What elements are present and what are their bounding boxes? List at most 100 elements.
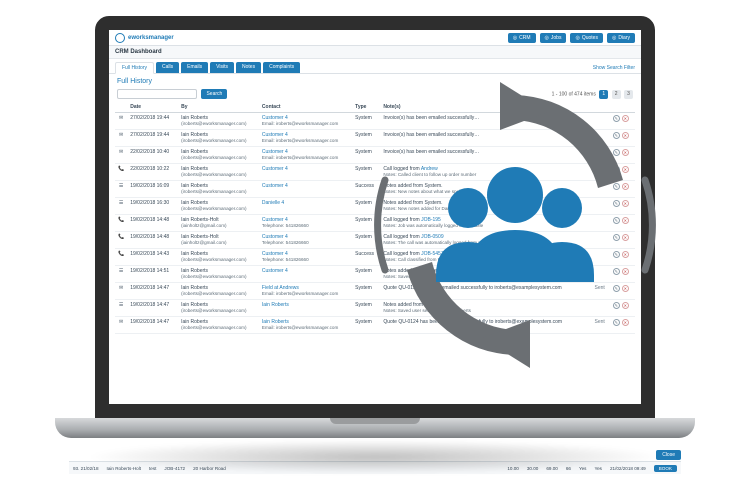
row-delete-icon[interactable]: ✕ — [622, 302, 629, 309]
nav-crm[interactable]: ◎CRM — [508, 33, 536, 43]
row-edit-icon[interactable]: ✎ — [613, 200, 620, 207]
call-icon: 📞 — [115, 248, 127, 265]
cell-type: System — [352, 113, 380, 130]
row-delete-icon[interactable]: ✕ — [622, 217, 629, 224]
table-row[interactable]: ☰19/02/2018 16:09Iain Roberts(iroberts@e… — [115, 180, 635, 197]
tab-full-history[interactable]: Full History — [115, 62, 154, 74]
tab-emails[interactable]: Emails — [181, 62, 208, 73]
table-row[interactable]: 📞22/02/2018 10:22Iain Roberts(iroberts@e… — [115, 163, 635, 180]
cell-actions: ✎✕ — [608, 316, 635, 333]
cell-note: Notes added from System.Notes: New notes… — [380, 180, 589, 197]
cell-date: 22/02/2018 10:22 — [127, 163, 178, 180]
table-row[interactable]: ☰19/02/2018 16:30Iain Roberts(iroberts@e… — [115, 197, 635, 214]
pager-page-1[interactable]: 1 — [599, 90, 608, 99]
row-edit-icon[interactable]: ✎ — [613, 285, 620, 292]
row-delete-icon[interactable]: ✕ — [622, 319, 629, 326]
call-icon: 📞 — [115, 231, 127, 248]
row-edit-icon[interactable]: ✎ — [613, 217, 620, 224]
laptop-screen: eworksmanager ◎CRM ◎Jobs ◎Quotes ◎Diary … — [95, 16, 655, 418]
table-row[interactable]: ☰19/02/2018 14:47Iain Roberts(iroberts@e… — [115, 299, 635, 316]
cell-actions: ✎✕ — [608, 129, 635, 146]
table-row[interactable]: 📞19/02/2018 14:48Iain Roberts-Holt(iainh… — [115, 214, 635, 231]
table-row[interactable]: ✉19/02/2018 14:47Iain Roberts(iroberts@e… — [115, 316, 635, 333]
row-edit-icon[interactable]: ✎ — [613, 115, 620, 122]
row-edit-icon[interactable]: ✎ — [613, 132, 620, 139]
row-edit-icon[interactable]: ✎ — [613, 166, 620, 173]
search-input[interactable] — [117, 89, 197, 99]
tab-visits[interactable]: Visits — [210, 62, 234, 73]
row-edit-icon[interactable]: ✎ — [613, 183, 620, 190]
note-icon: ☰ — [115, 197, 127, 214]
show-search-filter-link[interactable]: Show Search Filter — [593, 65, 635, 71]
laptop-frame: eworksmanager ◎CRM ◎Jobs ◎Quotes ◎Diary … — [55, 16, 695, 474]
row-delete-icon[interactable]: ✕ — [622, 200, 629, 207]
col-type[interactable]: Type — [352, 102, 380, 113]
nav-quotes[interactable]: ◎Quotes — [570, 33, 603, 43]
table-row[interactable]: 📞19/02/2018 14:43Iain Roberts(iroberts@e… — [115, 248, 635, 265]
cell-status — [589, 231, 607, 248]
search-button[interactable]: Search — [201, 89, 227, 99]
table-row[interactable]: 📞19/02/2018 14:48Iain Roberts-Holt(iainh… — [115, 231, 635, 248]
table-row[interactable]: ✉19/02/2018 14:47Iain Roberts(iroberts@e… — [115, 282, 635, 299]
search-bar: Search 1 - 100 of 474 items 1 2 3 — [109, 87, 641, 102]
cell-by: Iain Roberts-Holt(iainholtz@gmail.com) — [178, 214, 259, 231]
cell-date: 19/02/2018 14:48 — [127, 231, 178, 248]
nav-jobs[interactable]: ◎Jobs — [540, 33, 567, 43]
cell-date: 19/02/2018 14:47 — [127, 299, 178, 316]
tab-notes[interactable]: Notes — [236, 62, 261, 73]
cell-status — [589, 113, 607, 130]
row-delete-icon[interactable]: ✕ — [622, 234, 629, 241]
cell-contact: Customer 4Telephone: 541826660 — [259, 248, 352, 265]
row-edit-icon[interactable]: ✎ — [613, 251, 620, 258]
cell-type: System — [352, 197, 380, 214]
cell-date: 19/02/2018 14:51 — [127, 265, 178, 282]
cell-contact: Customer 4Email: iroberts@eworksmanager.… — [259, 113, 352, 130]
row-edit-icon[interactable]: ✎ — [613, 302, 620, 309]
tab-complaints[interactable]: Complaints — [263, 62, 300, 73]
row-delete-icon[interactable]: ✕ — [622, 166, 629, 173]
col-contact[interactable]: Contact — [259, 102, 352, 113]
brand-logo: eworksmanager — [115, 33, 174, 43]
table-row[interactable]: ✉27/02/2018 19:44Iain Roberts(iroberts@e… — [115, 113, 635, 130]
col-date[interactable]: Date — [127, 102, 178, 113]
cell-status — [589, 214, 607, 231]
table-row[interactable]: ✉27/02/2018 19:44Iain Roberts(iroberts@e… — [115, 129, 635, 146]
cell-type: Success — [352, 180, 380, 197]
row-delete-icon[interactable]: ✕ — [622, 251, 629, 258]
cell-status — [589, 299, 607, 316]
col-notes[interactable]: Note(s) — [380, 102, 589, 113]
cell-type: Success — [352, 248, 380, 265]
cell-contact: Iain RobertsEmail: iroberts@eworksmanage… — [259, 316, 352, 333]
logo-icon — [115, 33, 125, 43]
nav-diary[interactable]: ◎Diary — [607, 33, 635, 43]
table-row[interactable]: ☰19/02/2018 14:51Iain Roberts(iroberts@e… — [115, 265, 635, 282]
row-delete-icon[interactable]: ✕ — [622, 268, 629, 275]
cell-date: 19/02/2018 14:43 — [127, 248, 178, 265]
table-row[interactable]: ✉22/02/2018 10:40Iain Roberts(iroberts@e… — [115, 146, 635, 163]
cell-date: 27/02/2018 19:44 — [127, 129, 178, 146]
row-delete-icon[interactable]: ✕ — [622, 285, 629, 292]
cell-by: Iain Roberts(iroberts@eworksmanager.com) — [178, 299, 259, 316]
cell-type: System — [352, 265, 380, 282]
pager-page-3[interactable]: 3 — [624, 90, 633, 99]
row-edit-icon[interactable]: ✎ — [613, 319, 620, 326]
app-topbar: eworksmanager ◎CRM ◎Jobs ◎Quotes ◎Diary — [109, 30, 641, 46]
laptop-notch — [330, 418, 420, 424]
cell-status: Sent — [589, 316, 607, 333]
cell-actions: ✎✕ — [608, 163, 635, 180]
row-edit-icon[interactable]: ✎ — [613, 149, 620, 156]
cell-note: Call logged from JOB-0509Notes: The call… — [380, 231, 589, 248]
cell-by: Iain Roberts(iroberts@eworksmanager.com) — [178, 146, 259, 163]
row-delete-icon[interactable]: ✕ — [622, 149, 629, 156]
row-edit-icon[interactable]: ✎ — [613, 234, 620, 241]
cell-contact: Danielle 4 — [259, 197, 352, 214]
col-by[interactable]: By — [178, 102, 259, 113]
row-delete-icon[interactable]: ✕ — [622, 132, 629, 139]
row-delete-icon[interactable]: ✕ — [622, 115, 629, 122]
cell-date: 27/02/2018 19:44 — [127, 113, 178, 130]
row-delete-icon[interactable]: ✕ — [622, 183, 629, 190]
pager-page-2[interactable]: 2 — [612, 90, 621, 99]
cell-date: 19/02/2018 16:09 — [127, 180, 178, 197]
row-edit-icon[interactable]: ✎ — [613, 268, 620, 275]
tab-calls[interactable]: Calls — [156, 62, 179, 73]
